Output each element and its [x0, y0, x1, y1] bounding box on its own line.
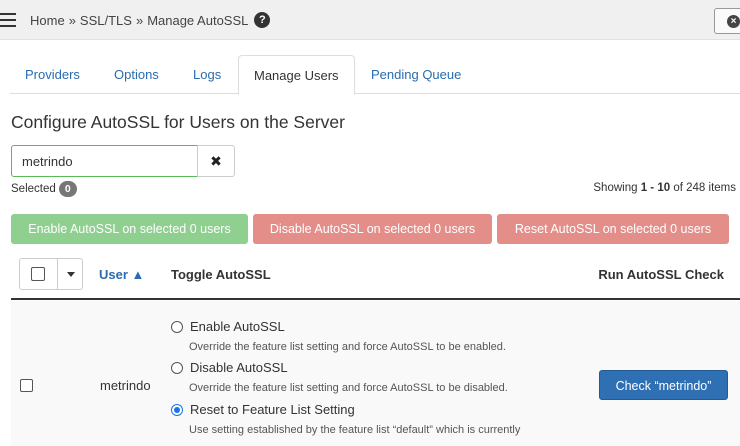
disable-autossl-selected-button[interactable]: Disable AutoSSL on selected 0 users	[253, 214, 492, 244]
enable-autossl-selected-button[interactable]: Enable AutoSSL on selected 0 users	[11, 214, 248, 244]
clear-search-button[interactable]: ✖	[197, 145, 235, 177]
tab-manage-users[interactable]: Manage Users	[238, 55, 355, 95]
menu-icon[interactable]	[0, 13, 16, 27]
radio-reset[interactable]	[171, 403, 183, 416]
disable-option-description: Override the feature list setting and fo…	[189, 382, 508, 394]
disable-autossl-option[interactable]: Disable AutoSSL	[171, 360, 288, 375]
search-input[interactable]	[11, 145, 198, 177]
selected-badge: 0	[58, 181, 77, 197]
reset-option-label: Reset to Feature List Setting	[190, 402, 355, 417]
page-title: Configure AutoSSL for Users on the Serve…	[11, 112, 345, 132]
reset-autossl-selected-button[interactable]: Reset AutoSSL on selected 0 users	[497, 214, 729, 244]
tab-logs[interactable]: Logs	[178, 55, 236, 94]
tab-bar: Providers Options Logs Manage Users Pend…	[10, 55, 740, 95]
breadcrumb: Home » SSL/TLS » Manage AutoSSL ?	[30, 12, 271, 28]
tab-providers[interactable]: Providers	[10, 55, 95, 94]
tab-pending-queue[interactable]: Pending Queue	[356, 55, 476, 94]
breadcrumb-separator: »	[135, 12, 144, 28]
enable-autossl-option[interactable]: Enable AutoSSL	[171, 319, 285, 334]
select-all-dropdown	[19, 258, 83, 290]
check-user-button[interactable]: Check “metrindo”	[599, 370, 728, 400]
breadcrumb-home[interactable]: Home	[30, 13, 65, 28]
chevron-down-icon[interactable]	[67, 272, 75, 277]
toggle-column-header: Toggle AutoSSL	[171, 267, 271, 282]
table-row: metrindo Enable AutoSSL Override the fea…	[11, 301, 740, 446]
close-button[interactable]: ×	[714, 8, 740, 34]
help-icon[interactable]: ?	[254, 12, 271, 28]
run-check-column-header: Run AutoSSL Check	[598, 267, 724, 282]
top-bar: Home » SSL/TLS » Manage AutoSSL ? ×	[0, 0, 740, 40]
enable-option-label: Enable AutoSSL	[190, 319, 285, 334]
showing-prefix: Showing	[593, 182, 638, 194]
tab-options[interactable]: Options	[99, 55, 174, 94]
row-username: metrindo	[100, 378, 151, 393]
breadcrumb-current: Manage AutoSSL	[147, 12, 249, 28]
radio-disable[interactable]	[171, 361, 183, 374]
selected-count: Selected 0	[11, 181, 77, 197]
divider	[57, 259, 58, 289]
table-header: User ▲ Toggle AutoSSL Run AutoSSL Check	[11, 257, 740, 300]
disable-option-label: Disable AutoSSL	[190, 360, 288, 375]
showing-suffix: of 248 items	[673, 182, 736, 194]
search-group: ✖	[11, 145, 235, 177]
select-all-checkbox[interactable]	[31, 267, 45, 281]
radio-enable[interactable]	[171, 320, 183, 333]
reset-feature-list-option[interactable]: Reset to Feature List Setting	[171, 402, 355, 417]
breadcrumb-separator: »	[68, 12, 76, 28]
selected-label: Selected	[11, 183, 56, 195]
row-checkbox[interactable]	[20, 379, 33, 392]
close-icon: ×	[727, 15, 740, 28]
breadcrumb-ssl-tls[interactable]: SSL/TLS	[80, 13, 132, 28]
user-column-header[interactable]: User ▲	[99, 267, 144, 282]
pagination-summary: Showing 1 - 10 of 248 items	[593, 182, 736, 194]
showing-range: 1 - 10	[640, 182, 671, 194]
reset-option-description: Use setting established by the feature l…	[189, 424, 521, 436]
enable-option-description: Override the feature list setting and fo…	[189, 341, 506, 353]
